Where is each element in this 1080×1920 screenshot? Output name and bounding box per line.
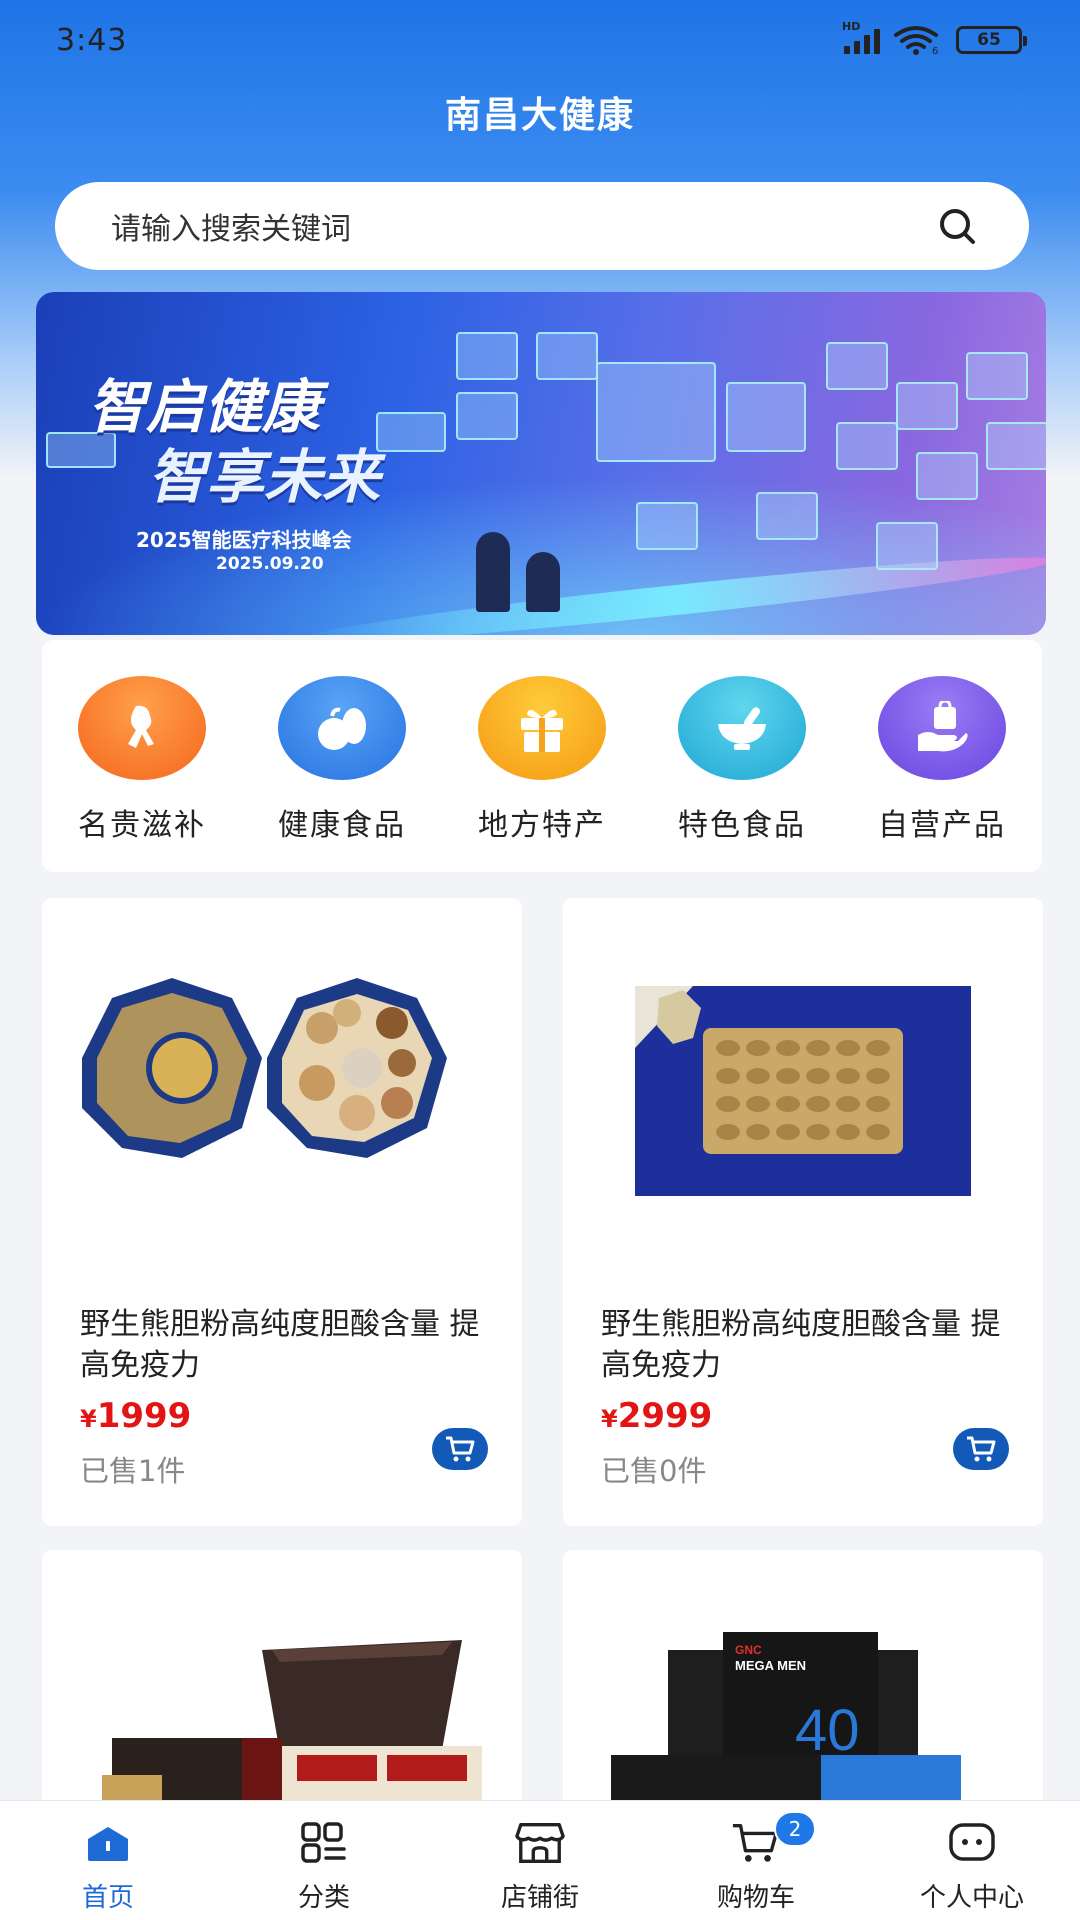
banner-screen: [916, 452, 978, 500]
category-item-健康食品[interactable]: 健康食品: [252, 676, 432, 844]
banner-patient-figure: [526, 552, 560, 612]
add-to-cart-button[interactable]: [953, 1428, 1009, 1470]
bottom-tab-bar: 首页 分类 店铺街 2 购物车 个人中心: [0, 1800, 1080, 1920]
tab-label: 个人中心: [919, 1883, 1024, 1913]
tab-category[interactable]: 分类: [224, 1819, 424, 1914]
gnc-label: GNC: [735, 1643, 762, 1657]
banner-screen: [376, 412, 446, 452]
gift-icon: [478, 676, 606, 780]
category-label: 健康食品: [278, 808, 406, 843]
banner-screen: [876, 522, 938, 570]
tab-label: 店铺街: [500, 1883, 579, 1913]
price-value: 1999: [96, 1396, 192, 1436]
battery-level: 65: [977, 30, 1001, 50]
category-label: 自营产品: [878, 808, 1006, 843]
mortar-icon: [678, 676, 806, 780]
product-price: ¥2999: [601, 1396, 712, 1436]
banner-screen: [986, 422, 1046, 470]
tab-label: 分类: [297, 1883, 350, 1913]
banner-screen: [536, 332, 598, 380]
product-card[interactable]: 野生熊胆粉高纯度胆酸含量 提高免疫力 ¥2999 已售0件: [563, 898, 1043, 1526]
status-time: 3:43: [56, 22, 128, 58]
banner-screen: [456, 392, 518, 440]
product-image: GNC MEGA MEN 40: [563, 1550, 1043, 1810]
product-price: ¥1999: [80, 1396, 191, 1436]
banner-date: 2025.09.20: [216, 554, 324, 574]
category-item-特色食品[interactable]: 特色食品: [652, 676, 832, 844]
banner-doctor-figure: [476, 532, 510, 612]
search-icon[interactable]: [937, 206, 977, 246]
cart-count-badge: 2: [774, 1811, 816, 1847]
product-title: 野生熊胆粉高纯度胆酸含量 提高免疫力: [601, 1307, 1001, 1383]
product-count-label: 40: [795, 1698, 860, 1763]
search-input[interactable]: 请输入搜索关键词: [111, 204, 351, 248]
banner-screen: [726, 382, 806, 452]
add-to-cart-button[interactable]: [432, 1428, 488, 1470]
svg-text:6: 6: [932, 46, 938, 55]
product-card[interactable]: 野生熊胆粉高纯度胆酸含量 提高免疫力 ¥1999 已售1件: [42, 898, 522, 1526]
category-item-名贵滋补[interactable]: 名贵滋补: [52, 676, 232, 844]
product-card[interactable]: GNC MEGA MEN 40: [563, 1550, 1043, 1810]
category-label: 名贵滋补: [78, 808, 206, 843]
price-currency: ¥: [601, 1405, 618, 1433]
product-title: 野生熊胆粉高纯度胆酸含量 提高免疫力: [80, 1307, 480, 1383]
cart-icon: [446, 1436, 475, 1462]
banner-screen: [636, 502, 698, 550]
banner-screen: [596, 362, 716, 462]
profile-icon: [947, 1819, 997, 1867]
tab-cart[interactable]: 2 购物车: [656, 1811, 856, 1914]
mega-men-label: MEGA MEN: [735, 1658, 806, 1673]
category-grid: 名贵滋补 健康食品 地方特产 特色食品 自营产品: [42, 640, 1042, 872]
tab-profile[interactable]: 个人中心: [872, 1819, 1072, 1914]
home-icon: [83, 1819, 133, 1867]
store-icon: [515, 1819, 565, 1867]
tab-label: 首页: [81, 1883, 134, 1913]
banner-screen: [456, 332, 518, 380]
tab-store-street[interactable]: 店铺街: [440, 1819, 640, 1914]
page-title: 南昌大健康: [444, 95, 635, 136]
product-card[interactable]: [42, 1550, 522, 1810]
price-currency: ¥: [80, 1405, 97, 1433]
tab-label: 购物车: [716, 1883, 795, 1913]
status-icons: HD 6 65: [842, 20, 1027, 55]
cart-icon: [967, 1436, 996, 1462]
battery-icon: 65: [956, 26, 1027, 54]
category-icon: [299, 1819, 349, 1867]
search-bar[interactable]: 请输入搜索关键词: [55, 182, 1029, 270]
ginseng-icon: [78, 676, 206, 780]
promo-banner[interactable]: 智启健康 智享未来 2025智能医疗科技峰会 2025.09.20: [36, 292, 1046, 635]
wifi-icon: 6: [894, 26, 938, 55]
price-value: 2999: [617, 1396, 713, 1436]
tab-home[interactable]: 首页: [8, 1819, 208, 1914]
banner-screen: [756, 492, 818, 540]
banner-screen: [896, 382, 958, 430]
category-item-地方特产[interactable]: 地方特产: [452, 676, 632, 844]
product-image: [563, 898, 1043, 1278]
product-image: [42, 898, 522, 1278]
banner-screen: [836, 422, 898, 470]
category-label: 特色食品: [678, 808, 806, 843]
hand-bag-icon: [878, 676, 1006, 780]
status-bar: 3:43 HD 6 65: [0, 0, 1080, 80]
banner-screen: [826, 342, 888, 390]
product-sold-count: 已售1件: [80, 1454, 186, 1488]
signal-icon: HD: [842, 20, 880, 54]
banner-screen: [966, 352, 1028, 400]
category-label: 地方特产: [478, 808, 606, 843]
category-item-自营产品[interactable]: 自营产品: [852, 676, 1032, 844]
banner-subtitle: 2025智能医疗科技峰会: [136, 528, 352, 552]
product-image: [42, 1550, 522, 1810]
product-sold-count: 已售0件: [601, 1454, 707, 1488]
vegetables-icon: [278, 676, 406, 780]
banner-headline-2: 智享未来: [148, 443, 381, 511]
